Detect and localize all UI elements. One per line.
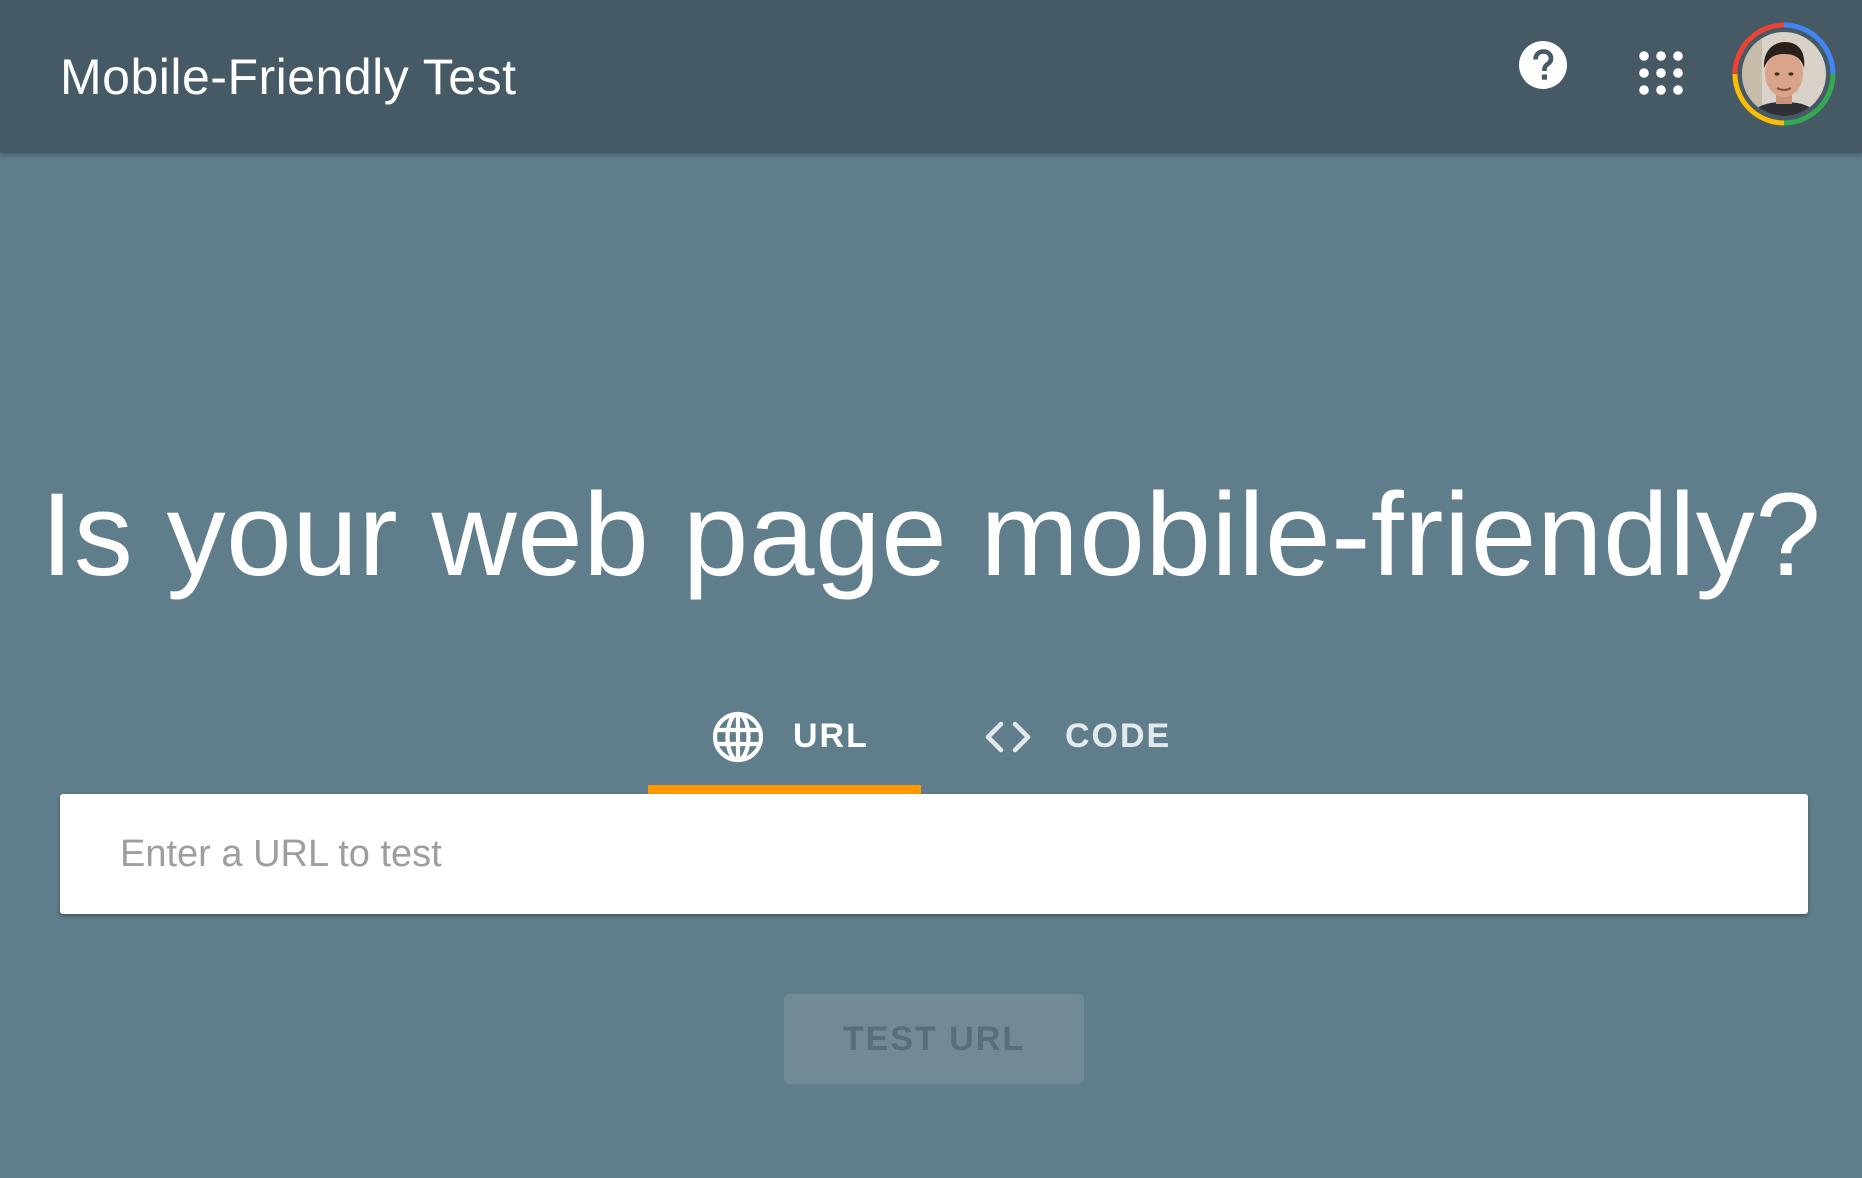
tab-code[interactable]: CODE — [921, 680, 1201, 794]
active-tab-indicator — [648, 785, 921, 794]
top-app-bar: Mobile-Friendly Test — [0, 0, 1862, 153]
apps-grid-icon — [1639, 51, 1683, 95]
help-button[interactable] — [1518, 40, 1568, 90]
code-brackets-icon — [985, 721, 1031, 753]
app-title: Mobile-Friendly Test — [60, 49, 517, 105]
app-root: Mobile-Friendly Test Is your web page mo… — [0, 0, 1862, 1178]
globe-icon — [712, 711, 764, 763]
test-url-button[interactable]: TEST URL — [784, 994, 1084, 1084]
hero-heading: Is your web page mobile-friendly? — [40, 469, 1822, 601]
help-circle-icon — [1519, 41, 1567, 89]
tab-code-label: CODE — [1065, 717, 1172, 755]
url-input[interactable] — [60, 794, 1808, 914]
avatar-icon — [1732, 22, 1836, 126]
account-avatar[interactable] — [1732, 22, 1836, 126]
url-input-container — [60, 794, 1808, 914]
tab-url[interactable]: URL — [648, 680, 921, 794]
apps-button[interactable] — [1638, 50, 1684, 96]
tab-url-label: URL — [793, 717, 869, 755]
